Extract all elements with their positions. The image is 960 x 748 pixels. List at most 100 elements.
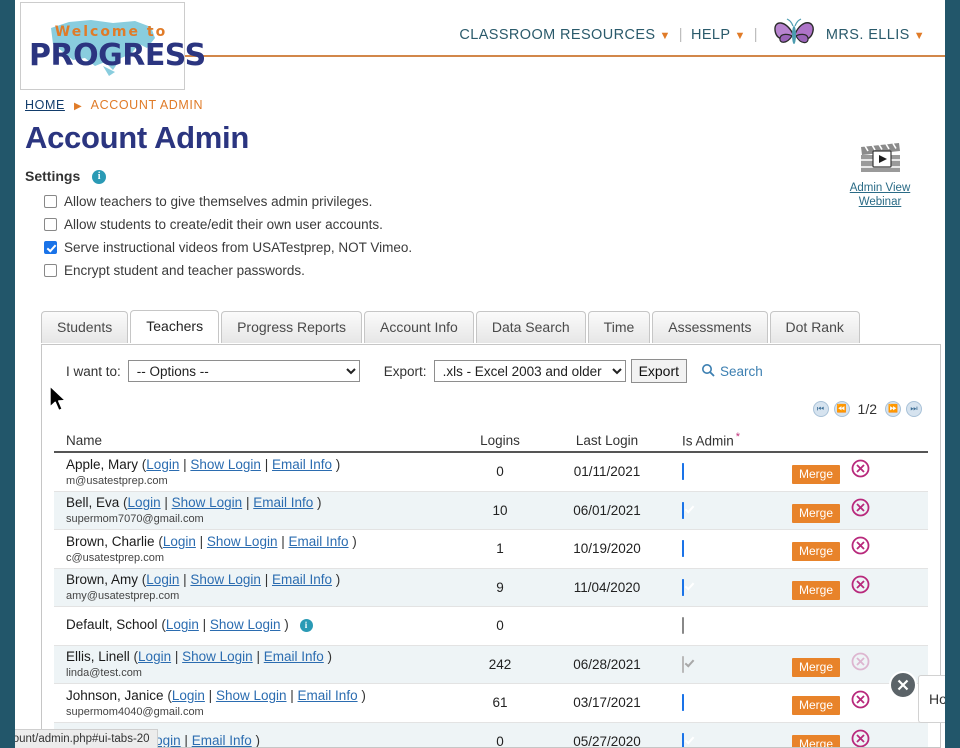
login-link[interactable]: Login [163, 534, 196, 549]
admin-view-webinar[interactable]: Admin View Webinar [832, 138, 928, 210]
logins-value: 1 [496, 541, 504, 557]
show-login-link[interactable]: Show Login [216, 688, 287, 703]
delete-icon [851, 652, 870, 674]
merge-button[interactable]: Merge [792, 542, 841, 562]
email-info-link[interactable]: Email Info [298, 688, 358, 703]
tab-students[interactable]: Students [41, 311, 129, 343]
teacher-name: Brown, Amy [66, 572, 139, 588]
merge-button[interactable]: Merge [792, 503, 841, 523]
setting-label: Encrypt student and teacher passwords. [64, 263, 305, 278]
show-login-link[interactable]: Show Login [190, 572, 261, 587]
nav-classroom-resources[interactable]: CLASSROOM RESOURCES ▼ [459, 27, 670, 43]
pager-last-button[interactable]: ⏭ [906, 401, 922, 417]
login-link[interactable]: Login [146, 572, 179, 587]
delete-icon[interactable] [851, 729, 870, 747]
email-info-link[interactable]: Email Info [289, 534, 349, 549]
is-admin-checkbox[interactable] [682, 501, 684, 519]
teacher-name: Apple, Mary [66, 456, 139, 472]
tab-dot-rank[interactable]: Dot Rank [769, 311, 860, 343]
want-to-select[interactable]: -- Options -- [127, 360, 360, 382]
tab-assessments[interactable]: Assessments [652, 311, 768, 343]
export-format-select[interactable]: .xls - Excel 2003 and older [433, 360, 626, 382]
search-link[interactable]: Search [701, 363, 763, 380]
merge-button[interactable]: Merge [792, 734, 841, 747]
show-login-link[interactable]: Show Login [172, 495, 243, 510]
last-login-value: 01/11/2021 [573, 464, 641, 480]
is-admin-checkbox[interactable] [682, 540, 684, 558]
setting-checkbox[interactable] [44, 241, 57, 254]
table-row: Brown, Amy (Login | Show Login | Email I… [54, 568, 928, 607]
is-admin-checkbox[interactable] [682, 578, 684, 596]
is-admin-checkbox[interactable] [682, 732, 684, 747]
email-info-link[interactable]: Email Info [253, 495, 313, 510]
tab-teachers[interactable]: Teachers [130, 310, 220, 343]
site-logo[interactable]: Welcome to PROGRESS [20, 2, 206, 90]
email-info-link[interactable]: Email Info [264, 649, 324, 664]
email-info-link[interactable]: Email Info [272, 457, 332, 472]
setting-checkbox[interactable] [44, 218, 57, 231]
merge-button[interactable]: Merge [792, 465, 841, 485]
tab-account-info[interactable]: Account Info [364, 311, 474, 343]
site-header: Welcome to PROGRESS CLASSROOM RESOURCES ▼… [15, 0, 945, 90]
pager-prev-button[interactable]: ⏪ [833, 401, 850, 417]
pager-next-button[interactable]: ⏩ [885, 401, 901, 417]
nav-user-menu[interactable]: MRS. ELLIS ▼ [826, 27, 925, 43]
email-info-link[interactable]: Email Info [272, 572, 332, 587]
tab-time[interactable]: Time [587, 311, 651, 343]
show-login-link[interactable]: Show Login [207, 534, 278, 549]
close-overlay-button[interactable] [889, 671, 917, 699]
row-name-cell: Ellis, Linell (Login | Show Login | Emai… [66, 649, 333, 665]
login-link[interactable]: Login [128, 495, 161, 510]
login-link[interactable]: Login [172, 688, 205, 703]
setting-row[interactable]: Allow teachers to give themselves admin … [25, 192, 625, 211]
tab-data-search[interactable]: Data Search [475, 311, 586, 343]
last-login-value: 06/01/2021 [573, 502, 641, 518]
page-root: Welcome to PROGRESS CLASSROOM RESOURCES ▼… [15, 0, 945, 748]
setting-label: Allow teachers to give themselves admin … [64, 194, 373, 209]
setting-row[interactable]: Allow students to create/edit their own … [25, 215, 625, 234]
setting-row[interactable]: Serve instructional videos from USATestp… [25, 238, 625, 257]
row-name-cell: Apple, Mary (Login | Show Login | Email … [66, 456, 341, 472]
panel-toolbar: I want to: -- Options -- Export: .xls - … [66, 359, 763, 383]
merge-button[interactable]: Merge [792, 580, 841, 600]
pager-first-button[interactable]: ⏮ [812, 401, 829, 417]
delete-icon[interactable] [851, 575, 870, 597]
nav-separator-2: | [753, 27, 758, 43]
email-info-link[interactable]: Email Info [192, 733, 252, 747]
breadcrumb-home[interactable]: HOME [25, 98, 65, 112]
show-login-link[interactable]: Show Login [190, 457, 261, 472]
webinar-link-line2[interactable]: Webinar [832, 195, 928, 209]
chevron-down-icon: ▼ [734, 30, 746, 42]
setting-row[interactable]: Encrypt student and teacher passwords. [25, 261, 625, 280]
logins-value: 9 [496, 579, 504, 595]
webinar-link-line1[interactable]: Admin View [832, 181, 928, 195]
setting-checkbox[interactable] [44, 264, 57, 277]
delete-icon[interactable] [851, 459, 870, 481]
delete-icon[interactable] [851, 536, 870, 558]
column-header-logins: Logins [480, 433, 520, 448]
top-navigation: CLASSROOM RESOURCES ▼ | HELP ▼ | MRS. ELLI… [459, 18, 925, 52]
is-admin-checkbox[interactable] [682, 617, 684, 635]
show-login-link[interactable]: Show Login [182, 649, 253, 664]
tab-progress-reports[interactable]: Progress Reports [221, 311, 363, 343]
delete-icon[interactable] [851, 690, 870, 712]
export-button[interactable]: Export [630, 359, 688, 383]
info-icon[interactable]: i [92, 170, 107, 185]
merge-button[interactable]: Merge [792, 657, 841, 677]
is-admin-checkbox[interactable] [682, 694, 684, 712]
login-link[interactable]: Login [138, 649, 171, 664]
logo-brand-text: PROGRESS [29, 38, 206, 73]
teacher-name: Johnson, Janice [66, 687, 164, 703]
show-login-link[interactable]: Show Login [210, 617, 281, 632]
setting-checkbox[interactable] [44, 195, 57, 208]
merge-button[interactable]: Merge [792, 696, 841, 716]
page-title: Account Admin [25, 120, 249, 155]
is-admin-checkbox[interactable] [682, 463, 684, 481]
breadcrumb-current: ACCOUNT ADMIN [90, 98, 204, 112]
nav-help[interactable]: HELP ▼ [691, 27, 746, 43]
login-link[interactable]: Login [166, 617, 199, 632]
search-label: Search [720, 363, 763, 379]
delete-icon[interactable] [851, 498, 870, 520]
login-link[interactable]: Login [146, 457, 179, 472]
info-icon[interactable]: i [299, 619, 313, 633]
